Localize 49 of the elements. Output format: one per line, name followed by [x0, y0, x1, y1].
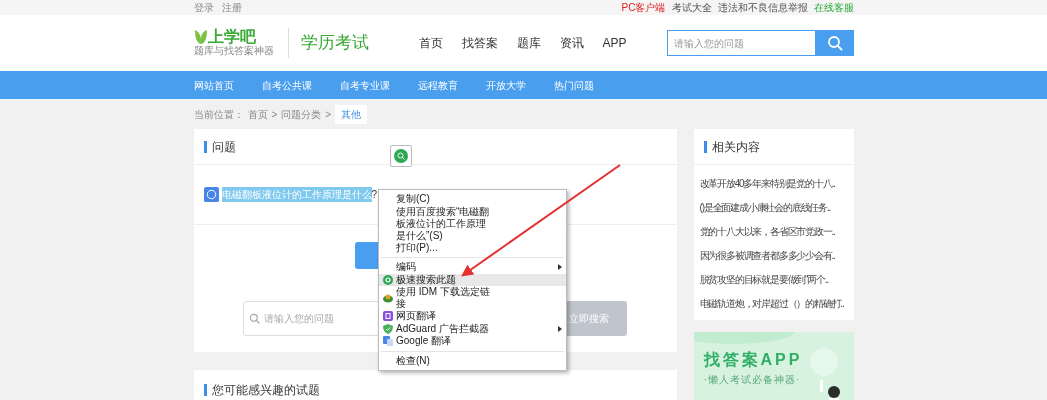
breadcrumb-current: 其他	[335, 104, 368, 124]
banner-subtitle: ·懒人考试必备神器·	[703, 373, 802, 387]
related-link[interactable]: 脱贫攻坚的目标就是要做到“两个..	[699, 268, 828, 292]
logo-tagline: 题库与找答案神器	[193, 45, 275, 57]
search-icon	[397, 152, 405, 160]
menu-item[interactable]: 极速搜索此题	[379, 273, 566, 286]
translate-icon	[382, 336, 393, 347]
related-link[interactable]: ()是全面建成小康社会的底线任务..	[699, 196, 831, 220]
menu-item[interactable]: 复制(C)	[379, 193, 566, 206]
menu-item[interactable]: 编码	[379, 261, 566, 274]
search-icon	[249, 313, 260, 324]
nav-link[interactable]: 找答案	[461, 34, 498, 52]
leaf-icon	[193, 29, 208, 45]
card-title: 问题	[211, 138, 236, 156]
top-link[interactable]: 登录	[193, 2, 214, 13]
quick-search-button[interactable]	[390, 145, 412, 167]
related-link[interactable]: 党的十八大以来，各省区市党政一..	[699, 220, 835, 244]
search-icon	[826, 35, 843, 51]
question-text: 电磁翻板液位计的工作原理是什么	[221, 187, 372, 202]
logo-text: 上学吧	[207, 29, 256, 45]
related-link[interactable]: 改革开放40多年来特别是党的十八..	[699, 172, 835, 196]
top-link[interactable]: PC客户端	[621, 2, 666, 13]
card-title: 相关内容	[711, 138, 760, 156]
banner-title: 找答案APP	[703, 350, 804, 370]
menu-item[interactable]: Google 翻译	[379, 335, 566, 348]
submenu-arrow-icon	[558, 264, 562, 271]
nav-link[interactable]: 题库	[516, 34, 541, 52]
top-link[interactable]: 违法和不良信息举报	[717, 2, 808, 13]
top-link[interactable]: 考试大全	[671, 2, 712, 13]
nav-link[interactable]: 资讯	[559, 34, 584, 52]
shield-icon	[382, 323, 393, 334]
menu-item[interactable]: 打印(P)...	[379, 241, 566, 254]
menu-item[interactable]: 使用百度搜索“电磁翻板液位计的工作原理是什么”(S)	[379, 205, 566, 242]
submenu-arrow-icon	[558, 325, 562, 332]
search-button[interactable]	[815, 30, 854, 56]
related-link[interactable]: 电磁轨道炮，对岸超过（）的精确打..	[699, 292, 844, 316]
card-title: 您可能感兴趣的试题	[211, 382, 320, 399]
menu-item[interactable]: 检查(N)	[379, 354, 566, 367]
breadcrumb-separator: >	[325, 107, 332, 122]
related-link[interactable]: 因为很多被调查者都多多少少会有..	[699, 244, 835, 268]
search-icon	[382, 274, 393, 285]
breadcrumb-separator: >	[271, 107, 278, 122]
search-field[interactable]: 请输入您的问题	[666, 30, 816, 56]
section-title: 学历考试	[300, 32, 369, 55]
nav-link[interactable]: APP	[602, 34, 627, 52]
breadcrumb-label: 当前位置：	[193, 107, 244, 122]
translate-icon	[382, 311, 393, 322]
top-link[interactable]: 注册	[221, 2, 242, 13]
nav-link[interactable]: 首页	[418, 34, 443, 52]
